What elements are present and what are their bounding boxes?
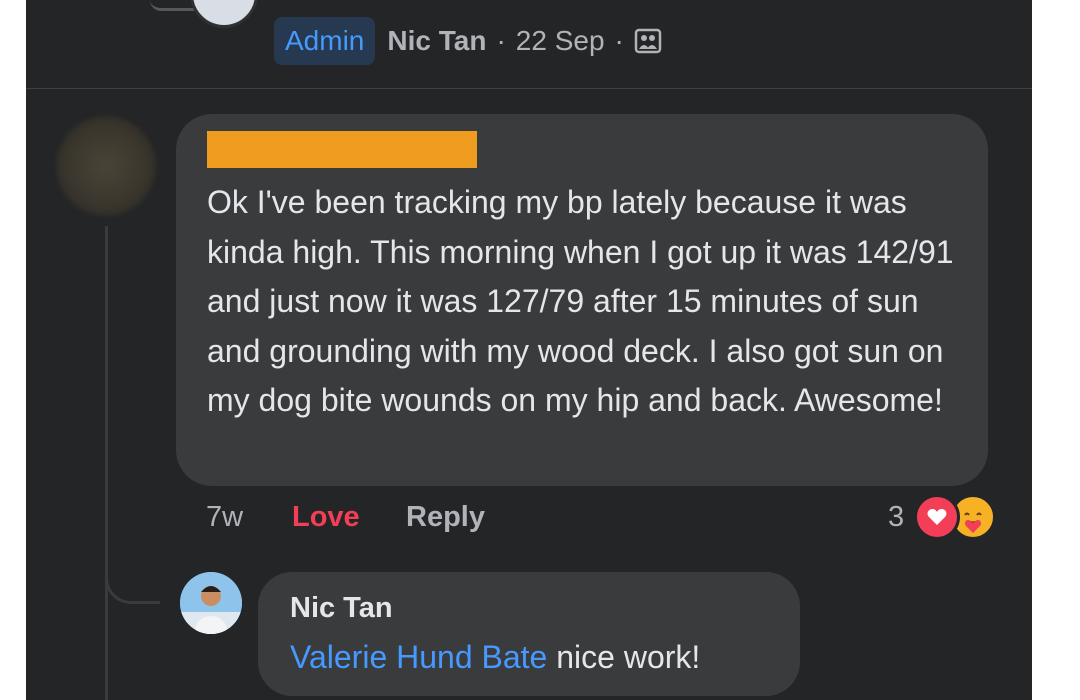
comment-bubble: Ok I've been tracking my bp lately becau… <box>176 114 988 486</box>
reply-text: Valerie Hund Bate nice work! <box>290 639 700 676</box>
admin-badge: Admin <box>274 17 376 65</box>
post-meta-row: Admin Nic Tan · 22 Sep · <box>274 16 662 66</box>
reply-author-name[interactable]: Nic Tan <box>290 592 393 625</box>
post-date[interactable]: 22 Sep <box>516 25 605 57</box>
comment-actions: 7w Love Reply <box>206 494 485 540</box>
reactions-summary[interactable]: 3 <box>888 494 997 540</box>
post-author-name[interactable]: Nic Tan <box>387 25 486 57</box>
comment-time[interactable]: 7w <box>206 501 292 534</box>
love-button[interactable]: Love <box>292 501 406 534</box>
thread-connector <box>105 555 160 604</box>
reply-author-avatar[interactable] <box>180 572 242 634</box>
comment-text: Ok I've been tracking my bp lately becau… <box>207 184 954 418</box>
reaction-count: 3 <box>888 500 905 533</box>
commenter-avatar[interactable] <box>56 116 156 216</box>
love-reaction-icon <box>914 494 961 540</box>
reply-bubble: Nic Tan Valerie Hund Bate nice work! <box>258 572 800 696</box>
separator: · <box>614 25 624 56</box>
mention-link[interactable]: Valerie Hund Bate <box>290 639 547 675</box>
section-divider <box>26 88 1032 89</box>
separator: · <box>496 25 506 56</box>
redacted-commenter-name <box>207 131 477 168</box>
reply-button[interactable]: Reply <box>406 501 485 534</box>
thread-line <box>105 226 108 700</box>
group-icon <box>634 27 662 55</box>
reply-message: nice work! <box>547 639 701 675</box>
